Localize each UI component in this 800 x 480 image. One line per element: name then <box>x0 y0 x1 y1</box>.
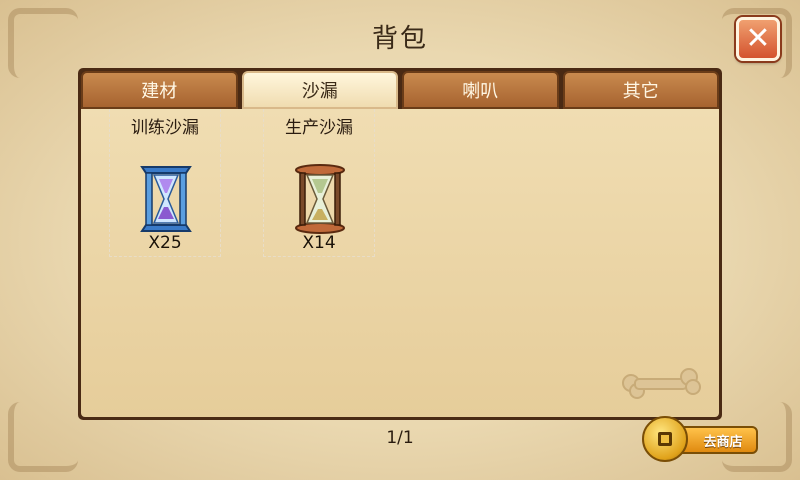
tab-label: 喇叭 <box>462 81 499 102</box>
close-button[interactable]: ✕ <box>736 17 780 61</box>
go-to-shop-button[interactable]: 去商店 <box>642 416 758 462</box>
tab-label: 其它 <box>622 81 659 102</box>
tab-horn[interactable]: 喇叭 <box>402 71 559 109</box>
tab-hourglass[interactable]: 沙漏 <box>241 71 398 109</box>
item-slot-production-hourglass[interactable]: 生产沙漏 X14 <box>263 109 375 257</box>
tab-bar: 建材 沙漏 喇叭 其它 <box>81 71 719 109</box>
item-grid: 训练沙漏 X25 生产沙漏 X14 <box>81 109 719 417</box>
coin-icon <box>642 416 688 462</box>
item-count: X14 <box>302 233 336 253</box>
item-count: X25 <box>148 233 182 253</box>
item-name: 生产沙漏 <box>285 118 353 138</box>
page-title: 背包 <box>371 24 428 54</box>
inventory-panel: 建材 沙漏 喇叭 其它 训练沙漏 X25 生产沙漏 X14 <box>78 68 722 420</box>
tab-other[interactable]: 其它 <box>562 71 719 109</box>
tab-label: 沙漏 <box>301 81 338 102</box>
blue-hourglass-icon <box>140 166 192 232</box>
item-slot-training-hourglass[interactable]: 训练沙漏 X25 <box>109 109 221 257</box>
brown-hourglass-icon <box>295 164 345 234</box>
item-name: 训练沙漏 <box>131 118 199 138</box>
bone-decoration-icon <box>622 368 701 399</box>
shop-button-label: 去商店 <box>678 426 758 454</box>
close-icon: ✕ <box>745 21 771 56</box>
tab-label: 建材 <box>141 81 178 102</box>
tab-building-materials[interactable]: 建材 <box>81 71 238 109</box>
shop-label-text: 去商店 <box>703 434 743 450</box>
